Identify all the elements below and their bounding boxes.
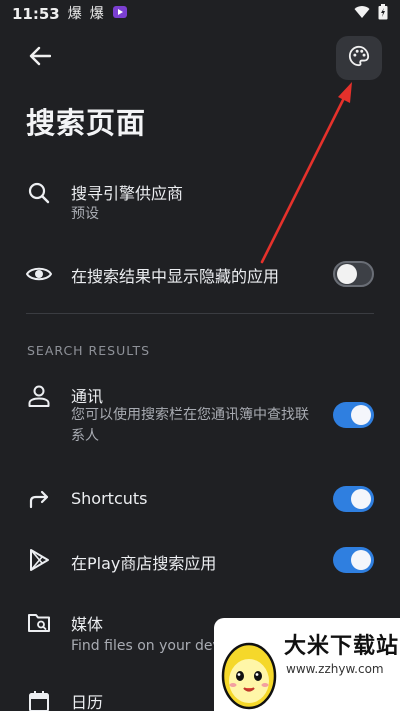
calendar-title: 日历 [71,693,104,711]
contacts-title: 通讯 [71,387,104,406]
show-hidden-apps-title: 在搜索结果中显示隐藏的应用 [71,267,280,286]
search-engine-value: 预设 [71,206,99,222]
status-time: 11:53 [12,5,60,23]
back-arrow-icon [29,46,52,70]
wifi-icon [354,5,370,23]
shortcuts-setting[interactable]: Shortcuts [0,486,400,514]
folder-search-icon [26,610,52,636]
fire-icon: 爆 [67,6,82,22]
contacts-toggle[interactable] [333,402,374,428]
divider [26,313,374,314]
share-arrow-icon [26,486,52,512]
contacts-setting[interactable]: 通讯 您可以使用搜索栏在您通讯簿中查找联系人 [0,380,400,450]
show-hidden-apps-setting[interactable]: 在搜索结果中显示隐藏的应用 [0,258,400,290]
toggle-knob [351,405,371,425]
watermark: 大米下载站 www.zzhyw.com [214,618,400,711]
person-icon [26,383,52,409]
eye-icon [26,261,52,287]
play-store-toggle[interactable] [333,547,374,573]
shortcuts-toggle[interactable] [333,486,374,512]
battery-icon [378,4,388,24]
search-icon [26,180,52,206]
media-title: 媒体 [71,615,104,634]
watermark-title: 大米下载站 [284,634,400,659]
section-header: SEARCH RESULTS [27,343,151,358]
shortcuts-title: Shortcuts [71,489,148,508]
toggle-knob [337,264,357,284]
watermark-url: www.zzhyw.com [286,662,384,676]
status-right [354,4,388,24]
toggle-knob [351,489,371,509]
back-button[interactable] [24,44,56,72]
palette-button[interactable] [336,36,382,80]
search-engine-title: 搜寻引擎供应商 [71,184,184,203]
status-bar: 11:53 爆 爆 [0,0,400,28]
page-title: 搜索页面 [26,106,147,140]
play-store-icon [26,547,52,573]
fire-icon: 爆 [89,6,104,22]
play-store-setting[interactable]: 在Play商店搜索应用 [0,546,400,574]
palette-icon [348,45,370,71]
search-engine-setting[interactable]: 搜寻引擎供应商 预设 [0,176,400,226]
show-hidden-apps-toggle[interactable] [333,261,374,287]
calendar-icon [26,688,52,711]
video-app-icon [112,4,128,24]
contacts-subtitle: 您可以使用搜索栏在您通讯簿中查找联系人 [71,407,309,444]
play-store-title: 在Play商店搜索应用 [71,554,217,573]
mascot-logo [221,642,277,710]
toggle-knob [351,550,371,570]
